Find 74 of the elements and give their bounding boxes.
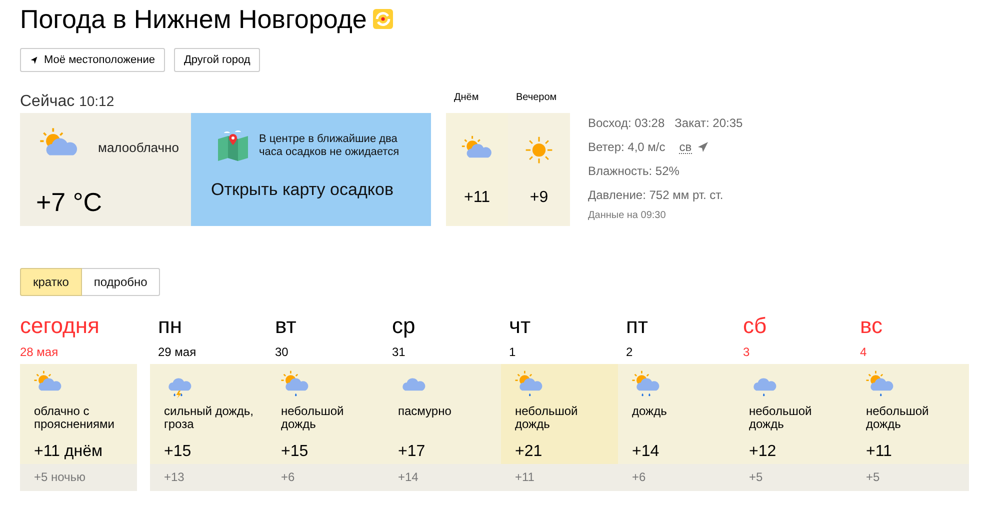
view-tab[interactable]: подробно <box>82 268 160 296</box>
day-temperature: +11 днём <box>34 442 104 462</box>
night-temperature: +5 ночью <box>20 464 137 491</box>
wind-arrow-icon <box>698 142 708 152</box>
map-link[interactable]: Открыть карту осадков <box>211 180 431 200</box>
night-temperature: +5 <box>852 464 969 491</box>
location-button[interactable]: Моё местоположение <box>20 48 165 72</box>
night-temperature: +6 <box>267 464 384 491</box>
map-icon <box>216 129 250 163</box>
updated-text: Данные на 09:30 <box>588 210 667 221</box>
day-card[interactable]: небольшой дождь +21 +11 <box>501 364 618 491</box>
night-temperature: +14 <box>384 464 501 491</box>
temperature: +9 <box>530 189 548 207</box>
day-name: вс <box>859 313 884 340</box>
condition-text: малооблачно <box>98 140 179 154</box>
page-title: Погода в Нижнем Новгороде <box>20 4 367 34</box>
temperature: +7 °C <box>36 187 104 218</box>
day-temperature: +12 <box>749 442 778 462</box>
day-name: сегодня <box>20 313 100 340</box>
night-temperature: +13 <box>150 464 267 491</box>
part-label: Днём <box>453 93 480 105</box>
day-name: чт <box>508 313 532 340</box>
day-card[interactable]: небольшой дождь +15 +6 <box>267 364 384 491</box>
day-date: 31 <box>391 345 406 361</box>
night-temperature: +6 <box>618 464 735 491</box>
view-tab[interactable]: кратко <box>20 268 82 296</box>
sunset-text: Закат: 20:35 <box>674 116 743 130</box>
day-date: 28 мая <box>20 345 60 361</box>
condition-text: небольшой дождь <box>515 405 579 434</box>
day-name: вт <box>274 313 298 340</box>
day-card[interactable]: дождь +14 +6 <box>618 364 735 491</box>
day-temperature: +15 <box>281 442 310 462</box>
day-date: 3 <box>742 345 751 361</box>
day-name: ср <box>391 313 416 340</box>
day-card[interactable]: небольшой дождь +11 +5 <box>852 364 969 491</box>
temperature: +11 <box>464 189 490 207</box>
city-button[interactable]: Другой город <box>174 48 260 72</box>
humidity-text: Влажность: 52% <box>588 163 680 180</box>
night-temperature: +11 <box>501 464 618 491</box>
condition-text: небольшой дождь <box>749 405 813 434</box>
day-name: пн <box>157 313 184 340</box>
day-date: 1 <box>508 345 517 361</box>
day-name: пт <box>625 313 649 340</box>
part-label: Вечером <box>515 93 558 105</box>
sunrise-text: Восход: 03:28 <box>588 116 665 130</box>
now-heading: Сейчас 10:12 <box>20 93 116 112</box>
pressure-text: Давление: 752 мм рт. ст. <box>588 187 724 204</box>
night-temperature: +5 <box>735 464 852 491</box>
day-date: 2 <box>625 345 634 361</box>
day-temperature: +15 <box>164 442 192 462</box>
day-temperature: +14 <box>632 442 660 462</box>
day-temperature: +21 <box>515 442 544 462</box>
day-card[interactable]: облачно с прояснениями +11 днём +5 ночью <box>20 364 137 491</box>
logo-icon <box>372 9 393 29</box>
condition-text: дождь <box>632 405 668 420</box>
condition-text: пасмурно <box>398 405 452 420</box>
map-card[interactable]: В центре в ближайшие два часа осадков не ожидается Открыть карту осадков <box>191 113 431 226</box>
day-card[interactable]: небольшой дождь +12 +5 <box>735 364 852 491</box>
map-note: В центре в ближайшие два часа осадков не ожидается <box>259 133 400 159</box>
condition-text: небольшой дождь <box>281 405 345 434</box>
day-temperature: +17 <box>398 442 426 462</box>
day-name: сб <box>742 313 768 340</box>
location-arrow-icon <box>30 56 38 64</box>
day-date: 29 мая <box>157 345 198 361</box>
wind-text: Ветер: 4,0 м/с <box>588 140 666 154</box>
condition-text: облачно с прояснениями <box>34 405 116 434</box>
day-date: 4 <box>859 345 868 361</box>
condition-text: небольшой дождь <box>866 405 930 434</box>
day-date: 30 <box>274 345 290 361</box>
day-card[interactable]: сильный дождь, гроза +15 +13 <box>150 364 267 491</box>
condition-text: сильный дождь, гроза <box>164 405 254 434</box>
day-temperature: +11 <box>866 442 893 462</box>
day-card[interactable]: пасмурно +17 +14 <box>384 364 501 491</box>
wind-direction[interactable]: св <box>679 140 692 154</box>
